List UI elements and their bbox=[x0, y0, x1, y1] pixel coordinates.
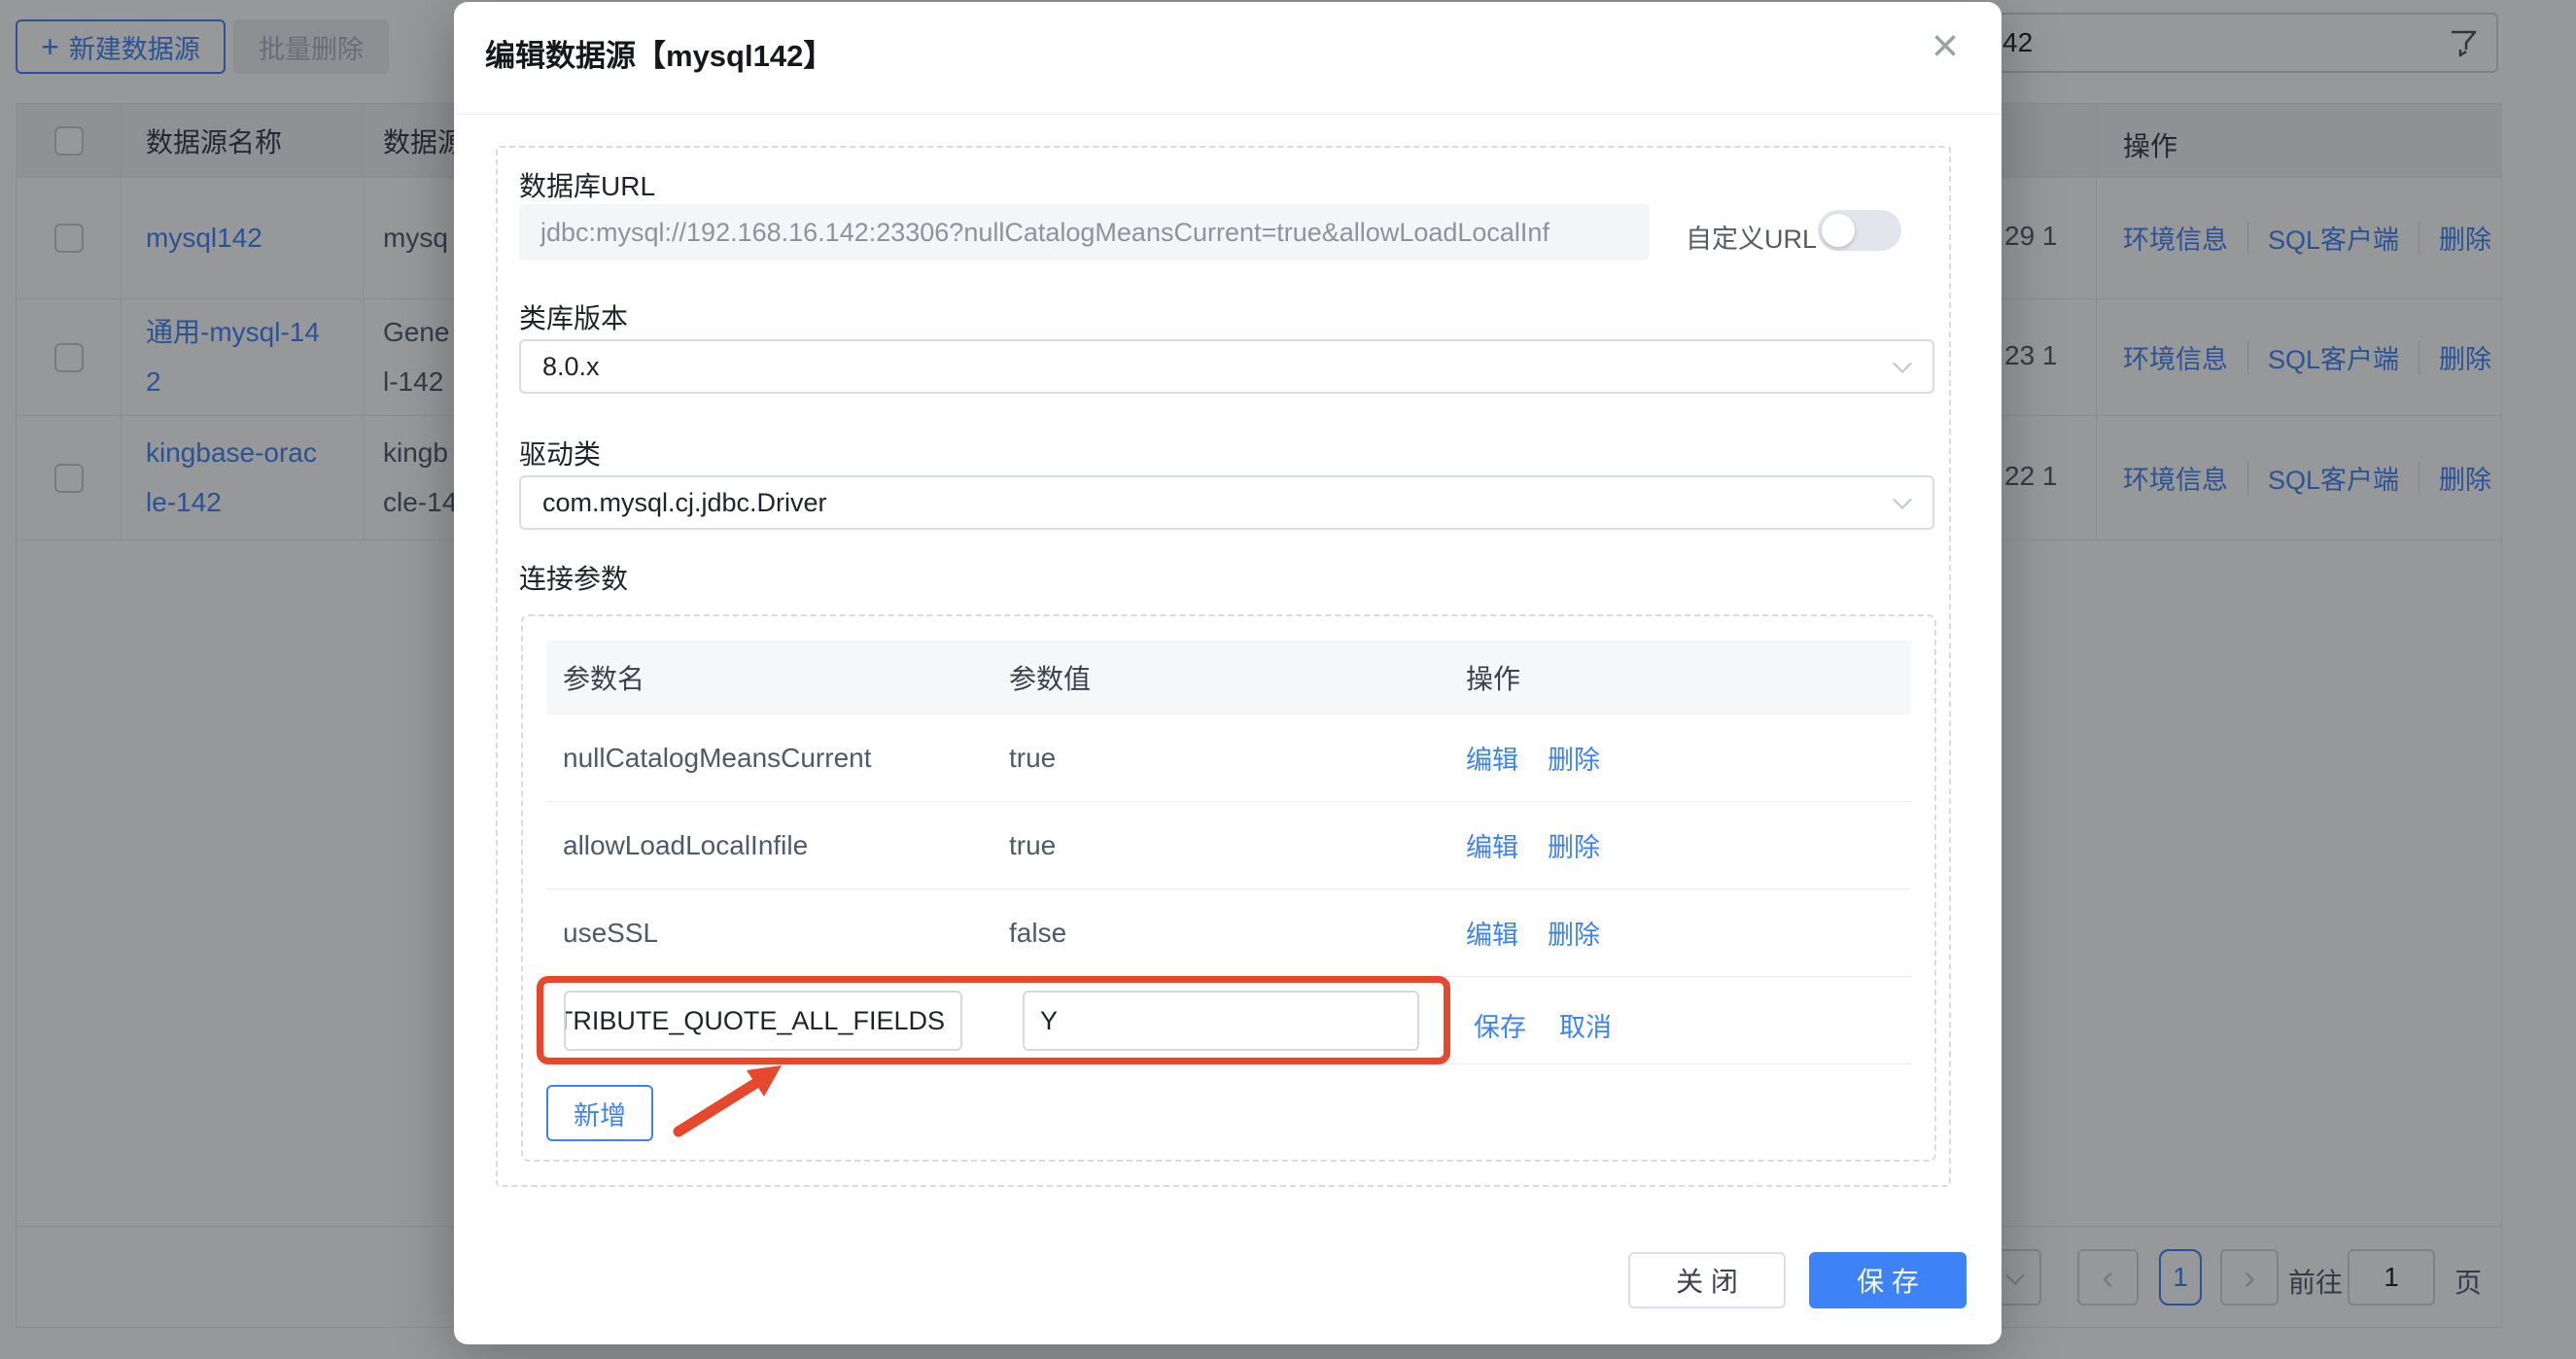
param-name: nullCatalogMeansCurrent bbox=[546, 743, 1009, 774]
param-value: true bbox=[1009, 830, 1466, 861]
driver-label: 驱动类 bbox=[519, 434, 601, 472]
param-row: useSSL false 编辑 删除 bbox=[546, 889, 1911, 977]
add-param-button[interactable]: 新增 bbox=[546, 1085, 653, 1141]
toggle-knob bbox=[1822, 214, 1855, 247]
modal-body: 数据库URL jdbc:mysql://192.168.16.142:23306… bbox=[496, 146, 1951, 1187]
conn-params-table: 参数名 参数值 操作 nullCatalogMeansCurrent true … bbox=[546, 641, 1911, 1064]
lib-version-select[interactable]: 8.0.x bbox=[519, 339, 1934, 394]
edit-param-link[interactable]: 编辑 bbox=[1466, 826, 1518, 864]
param-name: allowLoadLocalInfile bbox=[546, 830, 1009, 861]
param-actions-header: 操作 bbox=[1466, 658, 1911, 697]
lib-version-label: 类库版本 bbox=[519, 297, 628, 336]
custom-url-label: 自定义URL bbox=[1686, 218, 1817, 256]
delete-param-link[interactable]: 删除 bbox=[1548, 739, 1600, 777]
delete-param-link[interactable]: 删除 bbox=[1548, 826, 1600, 864]
screen: + 新建数据源 批量删除 42 数据源名称 数据源 mysql142 bbox=[0, 0, 2576, 1359]
annotation-arrow bbox=[669, 1062, 795, 1149]
custom-url-toggle[interactable] bbox=[1818, 210, 1901, 251]
param-value: true bbox=[1009, 743, 1466, 774]
driver-select[interactable]: com.mysql.cj.jdbc.Driver bbox=[519, 475, 1934, 530]
param-value: false bbox=[1009, 918, 1466, 949]
delete-param-link[interactable]: 删除 bbox=[1548, 914, 1600, 952]
edit-param-link[interactable]: 编辑 bbox=[1466, 914, 1518, 952]
param-value-header: 参数值 bbox=[1009, 658, 1466, 697]
params-header-row: 参数名 参数值 操作 bbox=[546, 641, 1911, 714]
chevron-down-icon bbox=[1893, 354, 1912, 373]
param-value-input[interactable]: Y bbox=[1023, 991, 1419, 1051]
save-param-link[interactable]: 保存 bbox=[1474, 1006, 1526, 1044]
close-icon[interactable]: × bbox=[1932, 23, 1959, 70]
conn-params-label: 连接参数 bbox=[519, 558, 628, 597]
param-edit-row: ATTRIBUTE_QUOTE_ALL_FIELDS Y 保存 取消 bbox=[546, 977, 1911, 1064]
db-url-label: 数据库URL bbox=[519, 165, 655, 204]
modal-save-button[interactable]: 保 存 bbox=[1809, 1252, 1967, 1308]
conn-params-panel: 参数名 参数值 操作 nullCatalogMeansCurrent true … bbox=[521, 614, 1936, 1162]
param-name-header: 参数名 bbox=[546, 658, 1009, 697]
modal-close-button[interactable]: 关 闭 bbox=[1628, 1252, 1786, 1308]
cancel-param-link[interactable]: 取消 bbox=[1559, 1006, 1612, 1044]
param-row: allowLoadLocalInfile true 编辑 删除 bbox=[546, 802, 1911, 889]
modal-header: 编辑数据源【mysql142】 × bbox=[454, 2, 2002, 115]
edit-datasource-modal: 编辑数据源【mysql142】 × 数据库URL jdbc:mysql://19… bbox=[454, 2, 2002, 1344]
param-name-input[interactable]: ATTRIBUTE_QUOTE_ALL_FIELDS bbox=[564, 991, 962, 1051]
chevron-down-icon bbox=[1893, 490, 1912, 509]
param-row: nullCatalogMeansCurrent true 编辑 删除 bbox=[546, 714, 1911, 802]
db-url-input[interactable]: jdbc:mysql://192.168.16.142:23306?nullCa… bbox=[519, 204, 1650, 261]
edit-param-link[interactable]: 编辑 bbox=[1466, 739, 1518, 777]
param-name: useSSL bbox=[546, 918, 1009, 949]
modal-title: 编辑数据源【mysql142】 bbox=[485, 31, 833, 75]
